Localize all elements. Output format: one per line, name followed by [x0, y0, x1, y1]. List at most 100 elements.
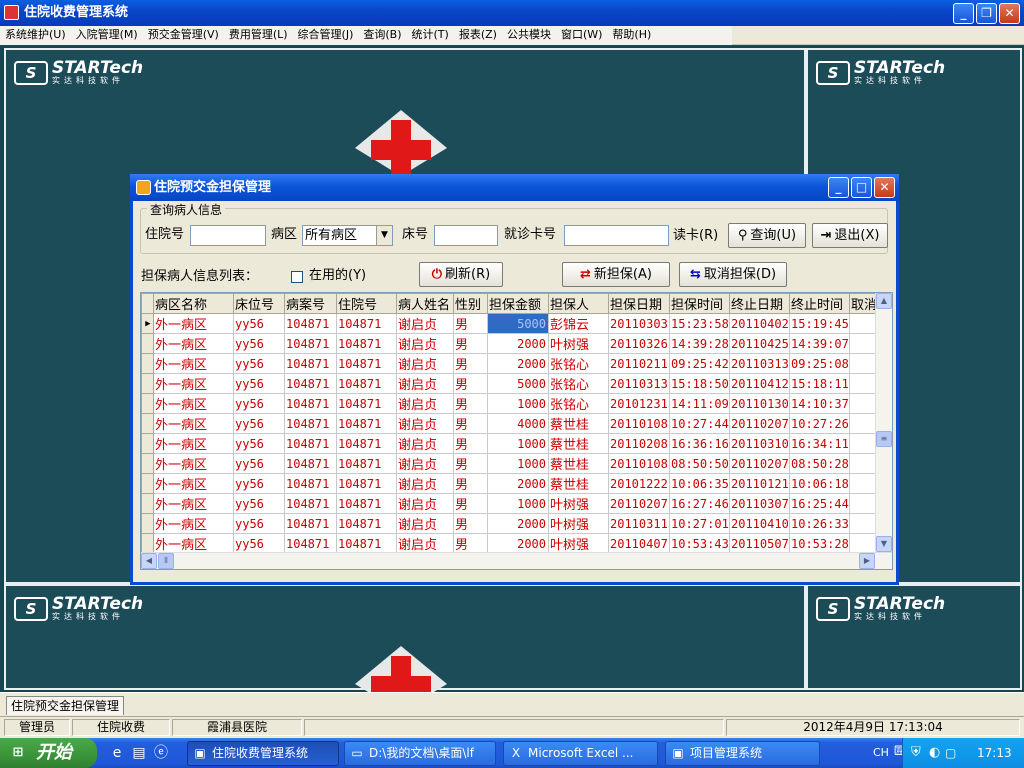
cell-amount[interactable]: 2000: [487, 513, 549, 534]
inpatient-no-input[interactable]: [190, 225, 266, 246]
row-indicator[interactable]: ▶: [141, 313, 154, 334]
cell-amount[interactable]: 5000: [487, 373, 549, 394]
cell-ward[interactable]: 外一病区: [153, 413, 234, 434]
cell-guarantor[interactable]: 蔡世桂: [548, 453, 609, 474]
cell-amount[interactable]: 1000: [487, 433, 549, 454]
dialog-minimize-button[interactable]: _: [828, 177, 849, 198]
menu-fees[interactable]: 费用管理(L): [224, 26, 293, 45]
cell-ward[interactable]: 外一病区: [153, 333, 234, 354]
task-billing-system[interactable]: ▣ 住院收费管理系统: [187, 741, 339, 766]
cell-patient-name[interactable]: 谢启贞: [396, 393, 454, 414]
restore-button[interactable]: ❐: [976, 3, 997, 24]
column-header-amount[interactable]: 担保金额: [487, 293, 549, 314]
column-header-inpatient-no[interactable]: 住院号: [336, 293, 397, 314]
table-row[interactable]: ▶ 外一病区 yy56 104871 104871 谢启贞男 5000 彭锦云 20110303…: [141, 313, 880, 334]
scroll-up-button[interactable]: ▲: [876, 293, 892, 309]
cell-guarantee-time[interactable]: 15:23:58: [669, 313, 730, 334]
cell-case-no[interactable]: 104871: [284, 333, 337, 354]
cell-guarantee-date[interactable]: 20110108: [608, 453, 670, 474]
cell-gender[interactable]: 男: [453, 393, 488, 414]
cell-ward[interactable]: 外一病区: [153, 313, 234, 334]
cell-amount[interactable]: 2000: [487, 353, 549, 374]
cell-bed[interactable]: yy56: [233, 353, 285, 374]
cell-bed[interactable]: yy56: [233, 373, 285, 394]
cell-amount[interactable]: 1000: [487, 453, 549, 474]
cell-gender[interactable]: 男: [453, 453, 488, 474]
cell-inpatient-no[interactable]: 104871: [336, 373, 397, 394]
cell-end-date[interactable]: 20110310: [729, 433, 790, 454]
row-indicator[interactable]: [141, 533, 154, 554]
cell-bed[interactable]: yy56: [233, 513, 285, 534]
cell-case-no[interactable]: 104871: [284, 373, 337, 394]
cell-end-time[interactable]: 10:26:33: [789, 513, 850, 534]
cell-bed[interactable]: yy56: [233, 413, 285, 434]
cell-bed[interactable]: yy56: [233, 433, 285, 454]
cell-ward[interactable]: 外一病区: [153, 453, 234, 474]
cell-guarantor[interactable]: 张铭心: [548, 373, 609, 394]
row-indicator[interactable]: [141, 413, 154, 434]
cell-inpatient-no[interactable]: 104871: [336, 513, 397, 534]
cell-end-date[interactable]: 20110121: [729, 473, 790, 494]
row-indicator[interactable]: [141, 373, 154, 394]
cell-amount[interactable]: 4000: [487, 413, 549, 434]
bed-no-input[interactable]: [434, 225, 498, 246]
cell-end-date[interactable]: 20110313: [729, 353, 790, 374]
row-indicator[interactable]: [141, 493, 154, 514]
row-indicator[interactable]: [141, 513, 154, 534]
cell-inpatient-no[interactable]: 104871: [336, 533, 397, 554]
table-row[interactable]: 外一病区 yy56 104871 104871 谢启贞男 1000 张铭心 20101231 1…: [141, 393, 880, 414]
cell-end-date[interactable]: 20110207: [729, 413, 790, 434]
cell-inpatient-no[interactable]: 104871: [336, 333, 397, 354]
cell-guarantor[interactable]: 叶树强: [548, 493, 609, 514]
cell-patient-name[interactable]: 谢启贞: [396, 493, 454, 514]
cell-end-time[interactable]: 14:39:07: [789, 333, 850, 354]
cell-gender[interactable]: 男: [453, 473, 488, 494]
row-indicator[interactable]: [141, 393, 154, 414]
cell-gender[interactable]: 男: [453, 353, 488, 374]
ie-icon[interactable]: e: [108, 744, 126, 762]
cell-guarantor[interactable]: 蔡世桂: [548, 433, 609, 454]
card-no-input[interactable]: [564, 225, 669, 246]
ward-select[interactable]: 所有病区 ▼: [302, 225, 393, 246]
cell-patient-name[interactable]: 谢启贞: [396, 413, 454, 434]
cell-case-no[interactable]: 104871: [284, 393, 337, 414]
horizontal-scrollbar[interactable]: ◀ ⦀ ▶: [141, 552, 892, 569]
cell-end-date[interactable]: 20110402: [729, 313, 790, 334]
cell-guarantor[interactable]: 张铭心: [548, 393, 609, 414]
cell-case-no[interactable]: 104871: [284, 533, 337, 554]
cell-inpatient-no[interactable]: 104871: [336, 453, 397, 474]
minimize-button[interactable]: _: [953, 3, 974, 24]
table-row[interactable]: 外一病区 yy56 104871 104871 谢启贞男 2000 叶树强 20110311 1…: [141, 513, 880, 534]
cell-patient-name[interactable]: 谢启贞: [396, 533, 454, 554]
column-header-end-date[interactable]: 终止日期: [729, 293, 790, 314]
cell-inpatient-no[interactable]: 104871: [336, 433, 397, 454]
tab-deposit-guarantee[interactable]: 住院预交金担保管理: [6, 696, 125, 715]
cell-bed[interactable]: yy56: [233, 393, 285, 414]
menu-query[interactable]: 查询(B): [358, 26, 406, 45]
in-use-checkbox[interactable]: [291, 271, 303, 283]
cell-guarantee-time[interactable]: 14:39:28: [669, 333, 730, 354]
cell-guarantee-time[interactable]: 14:11:09: [669, 393, 730, 414]
ie-quicklaunch-icon[interactable]: ⓔ: [152, 744, 170, 762]
cell-inpatient-no[interactable]: 104871: [336, 353, 397, 374]
cell-case-no[interactable]: 104871: [284, 453, 337, 474]
cell-bed[interactable]: yy56: [233, 453, 285, 474]
cell-patient-name[interactable]: 谢启贞: [396, 353, 454, 374]
row-indicator[interactable]: [141, 453, 154, 474]
table-row[interactable]: 外一病区 yy56 104871 104871 谢启贞男 2000 蔡世桂 20101222 1…: [141, 473, 880, 494]
table-row[interactable]: 外一病区 yy56 104871 104871 谢启贞男 2000 叶树强 20110407 1…: [141, 533, 880, 554]
column-header-bed[interactable]: 床位号: [233, 293, 285, 314]
cell-guarantee-date[interactable]: 20110311: [608, 513, 670, 534]
cell-amount[interactable]: 2000: [487, 473, 549, 494]
cell-ward[interactable]: 外一病区: [153, 533, 234, 554]
cell-ward[interactable]: 外一病区: [153, 513, 234, 534]
close-button[interactable]: ✕: [999, 3, 1020, 24]
cell-end-date[interactable]: 20110207: [729, 453, 790, 474]
cancel-guarantee-button[interactable]: ⇆ 取消担保(D): [679, 262, 787, 287]
sound-icon[interactable]: ◐: [929, 738, 940, 768]
task-excel[interactable]: X Microsoft Excel ...: [503, 741, 658, 766]
cell-case-no[interactable]: 104871: [284, 473, 337, 494]
column-header-end-time[interactable]: 终止时间: [789, 293, 850, 314]
cell-bed[interactable]: yy56: [233, 473, 285, 494]
cell-amount[interactable]: 2000: [487, 333, 549, 354]
